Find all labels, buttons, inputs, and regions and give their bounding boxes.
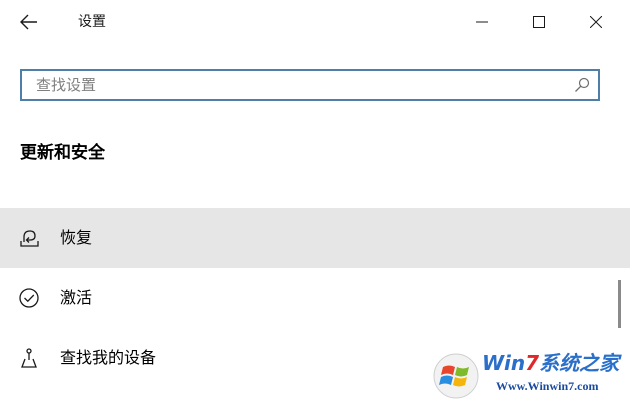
nav-label-recovery: 恢复 [60,228,93,247]
activation-icon [19,288,39,308]
back-arrow-icon [20,14,37,30]
watermark: Win7系统之家 Www.Winwin7.com [432,348,626,400]
maximize-button[interactable] [519,6,559,38]
nav-label-activation: 激活 [60,288,93,307]
search-icon[interactable] [574,77,590,93]
close-button[interactable] [576,6,616,38]
recovery-icon [20,230,39,247]
watermark-brand-prefix: Win [482,351,526,375]
window-title: 设置 [78,14,106,30]
watermark-url: Www.Winwin7.com [496,379,599,393]
windows-logo-icon [433,353,479,399]
nav-item-recovery[interactable]: 恢复 [0,208,630,268]
title-bar: 设置 [0,0,630,44]
close-icon [590,16,602,28]
watermark-brand-seven: 7 [525,351,540,375]
minimize-icon [476,21,488,23]
scrollbar-thumb[interactable] [618,280,621,328]
settings-window: 设置 更新和安全 [0,0,630,404]
minimize-button[interactable] [462,6,502,38]
search-input[interactable] [22,71,576,99]
section-heading: 更新和安全 [20,143,105,163]
nav-item-activation[interactable]: 激活 [0,268,630,328]
nav-label-find-my-device: 查找我的设备 [60,348,157,367]
find-device-icon [21,348,37,368]
search-box [20,69,600,101]
watermark-brand: Win7系统之家 [482,351,619,375]
watermark-brand-suffix: 系统之家 [539,351,620,375]
back-button[interactable] [14,8,44,36]
maximize-icon [533,16,545,28]
